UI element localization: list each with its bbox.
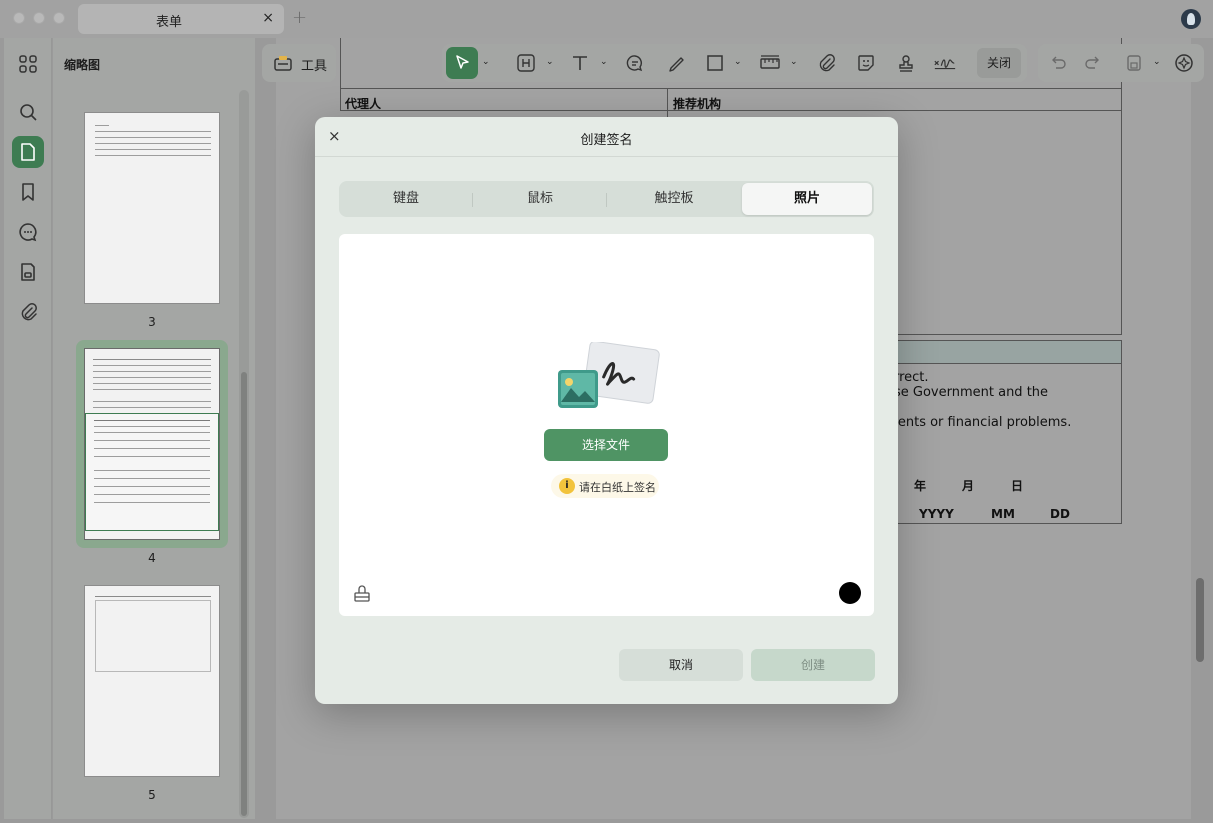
panel-title: 缩略图	[64, 58, 101, 72]
cancel-button[interactable]: 取消	[619, 649, 743, 681]
hint-text: 请在白纸上签名	[579, 481, 656, 494]
thumbnail-panel: 缩略图 3 4 5	[53, 38, 255, 819]
photo-signature-illustration	[556, 340, 660, 412]
chevron-down-icon[interactable]: ⌄	[482, 57, 490, 67]
bookmark-icon[interactable]	[12, 176, 44, 208]
date-month-label: 月	[962, 479, 975, 493]
heading-icon[interactable]	[514, 51, 538, 75]
undo-icon[interactable]	[1046, 51, 1070, 75]
window-minimize-button[interactable]	[33, 12, 45, 24]
stamp-icon[interactable]	[894, 51, 918, 75]
page-number: 5	[148, 788, 156, 802]
tab-keyboard[interactable]: 键盘	[341, 183, 471, 215]
date-month-format: MM	[991, 507, 1015, 521]
date-day-label: 日	[1011, 479, 1024, 493]
page-number: 3	[148, 315, 156, 329]
signature-canvas[interactable]: 选择文件 i 请在白纸上签名	[339, 234, 874, 616]
document-tab[interactable]: 表单 ×	[78, 4, 284, 34]
create-signature-dialog: × 创建签名 键盘 鼠标 触控板 照片 选择文件 i 请在白纸上签名 取消 创建	[315, 117, 898, 704]
document-scrollbar[interactable]	[1196, 578, 1204, 662]
tools-label: 工具	[301, 59, 328, 74]
redo-icon[interactable]	[1081, 51, 1105, 75]
signature-mode-tabs: 键盘 鼠标 触控板 照片	[339, 181, 874, 217]
table-header-agent: 代理人	[345, 97, 382, 111]
tab-trackpad[interactable]: 触控板	[609, 183, 739, 215]
page-icon[interactable]	[12, 136, 44, 168]
text-icon[interactable]	[568, 51, 592, 75]
hint-badge: i 请在白纸上签名	[551, 474, 659, 498]
date-day-format: DD	[1050, 507, 1070, 521]
declaration-line-2: ese Government and the	[886, 385, 1049, 400]
save-icon[interactable]	[1122, 51, 1146, 75]
comment-icon[interactable]	[12, 216, 44, 248]
attachment-icon[interactable]	[12, 296, 44, 328]
left-rail	[4, 38, 52, 819]
pen-color-picker[interactable]	[839, 582, 861, 604]
chevron-down-icon[interactable]: ⌄	[734, 57, 742, 67]
window-close-button[interactable]	[13, 12, 25, 24]
comment-bubble-icon[interactable]	[623, 51, 647, 75]
thumbnails-icon[interactable]	[12, 48, 44, 80]
signature-icon[interactable]	[933, 51, 957, 75]
tab-photo[interactable]: 照片	[742, 183, 872, 215]
annotation-toolbar: ⌄ ⌄ ⌄ ⌄ ⌄ 关闭	[442, 44, 1027, 82]
new-tab-button[interactable]: +	[292, 7, 307, 28]
close-tools-button[interactable]: 关闭	[977, 48, 1021, 78]
measure-icon[interactable]	[758, 51, 782, 75]
page-thumbnail-4[interactable]	[84, 348, 220, 540]
table-header-institution: 推荐机构	[673, 97, 722, 111]
window-zoom-button[interactable]	[53, 12, 65, 24]
title-bar: 表单 × +	[0, 0, 1213, 38]
declaration-line-3: idents or financial problems.	[886, 415, 1072, 430]
chevron-down-icon[interactable]: ⌄	[790, 57, 798, 67]
tab-close-button[interactable]: ×	[262, 10, 274, 26]
section-header-bar	[896, 340, 1122, 364]
rectangle-icon[interactable]	[703, 51, 727, 75]
toolbox-icon	[273, 53, 293, 77]
pointer-icon[interactable]	[450, 51, 474, 75]
create-button[interactable]: 创建	[751, 649, 875, 681]
chevron-down-icon[interactable]: ⌄	[1153, 57, 1161, 67]
dialog-header: × 创建签名	[315, 117, 898, 157]
eraser-icon[interactable]	[352, 584, 372, 604]
page-thumbnail-5[interactable]	[84, 585, 220, 777]
history-toolbar: ⌄	[1038, 44, 1204, 82]
thumbnail-scrollbar[interactable]	[241, 372, 247, 816]
tab-divider	[606, 193, 607, 207]
dialog-title: 创建签名	[580, 133, 633, 148]
search-icon[interactable]	[12, 96, 44, 128]
sticker-icon[interactable]	[854, 51, 878, 75]
ai-assistant-icon[interactable]	[1172, 51, 1196, 75]
form-icon[interactable]	[12, 256, 44, 288]
tab-mouse[interactable]: 鼠标	[475, 183, 605, 215]
tab-title: 表单	[155, 15, 182, 30]
chevron-down-icon[interactable]: ⌄	[546, 57, 554, 67]
highlighter-icon[interactable]	[664, 51, 688, 75]
choose-file-button[interactable]: 选择文件	[544, 429, 668, 461]
page-thumbnail-3[interactable]	[84, 112, 220, 304]
avatar[interactable]	[1181, 9, 1201, 29]
info-icon: i	[559, 478, 575, 494]
chevron-down-icon[interactable]: ⌄	[600, 57, 608, 67]
date-year-format: YYYY	[919, 507, 954, 521]
attachment-icon[interactable]	[814, 51, 838, 75]
date-year-label: 年	[914, 479, 927, 493]
tools-button[interactable]: 工具	[262, 44, 336, 82]
tab-divider	[472, 193, 473, 207]
page-number: 4	[148, 551, 156, 565]
